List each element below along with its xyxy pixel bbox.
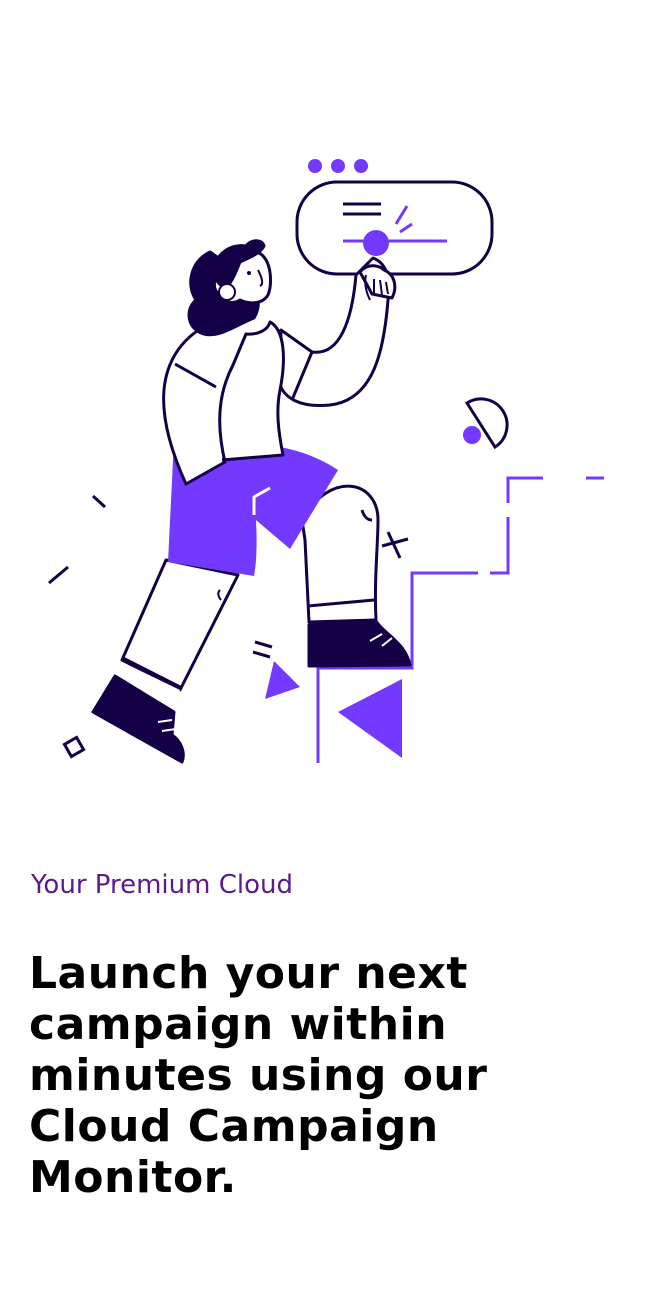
page-headline: Launch your next campaign within minutes… — [29, 948, 488, 1203]
floating-button-card — [295, 180, 494, 276]
person-figure — [91, 239, 412, 764]
three-dots-icon — [308, 159, 368, 173]
hero-illustration — [0, 0, 654, 820]
eyebrow-text: Your Premium Cloud — [31, 870, 293, 900]
